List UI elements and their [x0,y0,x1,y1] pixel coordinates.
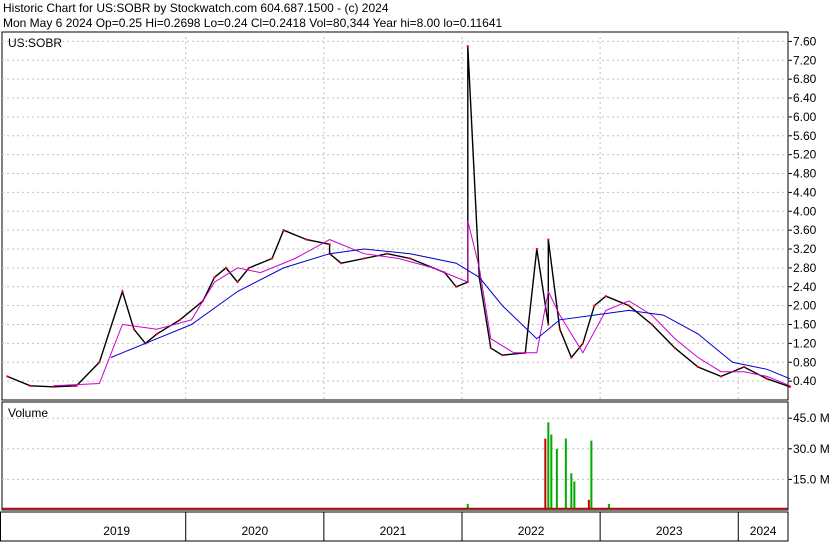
close-marker [650,323,653,326]
volume-tick-label: 15.0 M [793,472,830,486]
close-marker [409,257,412,260]
volume-tick-label: 30.0 M [793,442,830,456]
volume-bar [544,438,547,510]
close-marker [743,365,746,368]
volume-bar [590,440,593,510]
year-label: 2020 [241,524,268,538]
close-marker [489,347,492,350]
close-marker [558,328,561,331]
price-tick-label: 5.20 [793,148,817,162]
year-label: 2021 [380,524,407,538]
price-tick-label: 3.20 [793,242,817,256]
close-marker [121,290,124,293]
close-marker [6,375,9,378]
chart-canvas: Historic Chart for US:SOBR by Stockwatch… [0,1,830,542]
price-tick-label: 7.60 [793,34,817,48]
chart-header-line-1: Historic Chart for US:SOBR by Stockwatch… [3,1,389,15]
chart-header-line-2: Mon May 6 2024 Op=0.25 Hi=0.2698 Lo=0.24… [3,16,503,30]
close-marker [581,342,584,345]
volume-panel: Volume 45.0 M30.0 M15.0 M [1,401,830,511]
price-tick-label: 3.60 [793,223,817,237]
close-marker [766,377,769,380]
price-tick-label: 6.40 [793,91,817,105]
price-tick-label: 4.00 [793,204,817,218]
close-marker [213,276,216,279]
close-marker [455,285,458,288]
close-marker [271,257,274,260]
close-marker [305,238,308,241]
close-marker [604,295,607,298]
close-marker [328,243,331,246]
close-marker [132,328,135,331]
close-marker [282,229,285,232]
close-marker [627,304,630,307]
close-marker [178,318,181,321]
price-tick-label: 6.00 [793,110,817,124]
close-marker [29,384,32,387]
close-marker [386,252,389,255]
price-tick-label: 4.40 [793,185,817,199]
close-marker [248,266,251,269]
price-tick-label: 5.60 [793,129,817,143]
close-marker [720,375,723,378]
volume-plot-area [1,401,789,511]
price-tick-label: 1.20 [793,336,817,350]
year-label: 2019 [103,524,130,538]
price-tick-label: 2.80 [793,261,817,275]
close-marker [225,266,228,269]
price-tick-label: 1.60 [793,318,817,332]
price-tick-label: 0.40 [793,374,817,388]
price-tick-label: 2.40 [793,280,817,294]
close-marker [535,248,538,251]
close-marker [570,356,573,359]
close-marker [547,238,550,241]
year-label: 2023 [656,524,683,538]
price-tick-label: 4.80 [793,167,817,181]
price-tick-label: 0.80 [793,355,817,369]
volume-tick-label: 45.0 M [793,411,830,425]
close-marker [696,365,699,368]
volume-bar [570,473,573,510]
close-marker [593,304,596,307]
volume-bar [573,481,576,510]
symbol-label: US:SOBR [8,36,62,50]
close-marker [789,385,792,388]
volume-bar [555,448,558,510]
close-marker [236,281,239,284]
close-marker [547,323,550,326]
close-marker [501,354,504,357]
price-tick-label: 2.00 [793,299,817,313]
volume-bar [564,438,567,510]
close-marker [363,257,366,260]
year-label: 2022 [518,524,545,538]
stock-chart-window: Historic Chart for US:SOBR by Stockwatch… [0,0,830,543]
price-plot-area [1,31,789,401]
close-marker [155,332,158,335]
close-marker [340,262,343,265]
price-tick-label: 7.20 [793,53,817,67]
volume-bar [550,434,553,510]
volume-bar [547,422,550,510]
time-axis: 2019 2020 2021 2022 2023 2024 [0,511,789,542]
close-marker [673,347,676,350]
close-marker [98,361,101,364]
close-marker [466,45,469,48]
year-label: 2024 [750,524,777,538]
price-tick-label: 6.80 [793,72,817,86]
